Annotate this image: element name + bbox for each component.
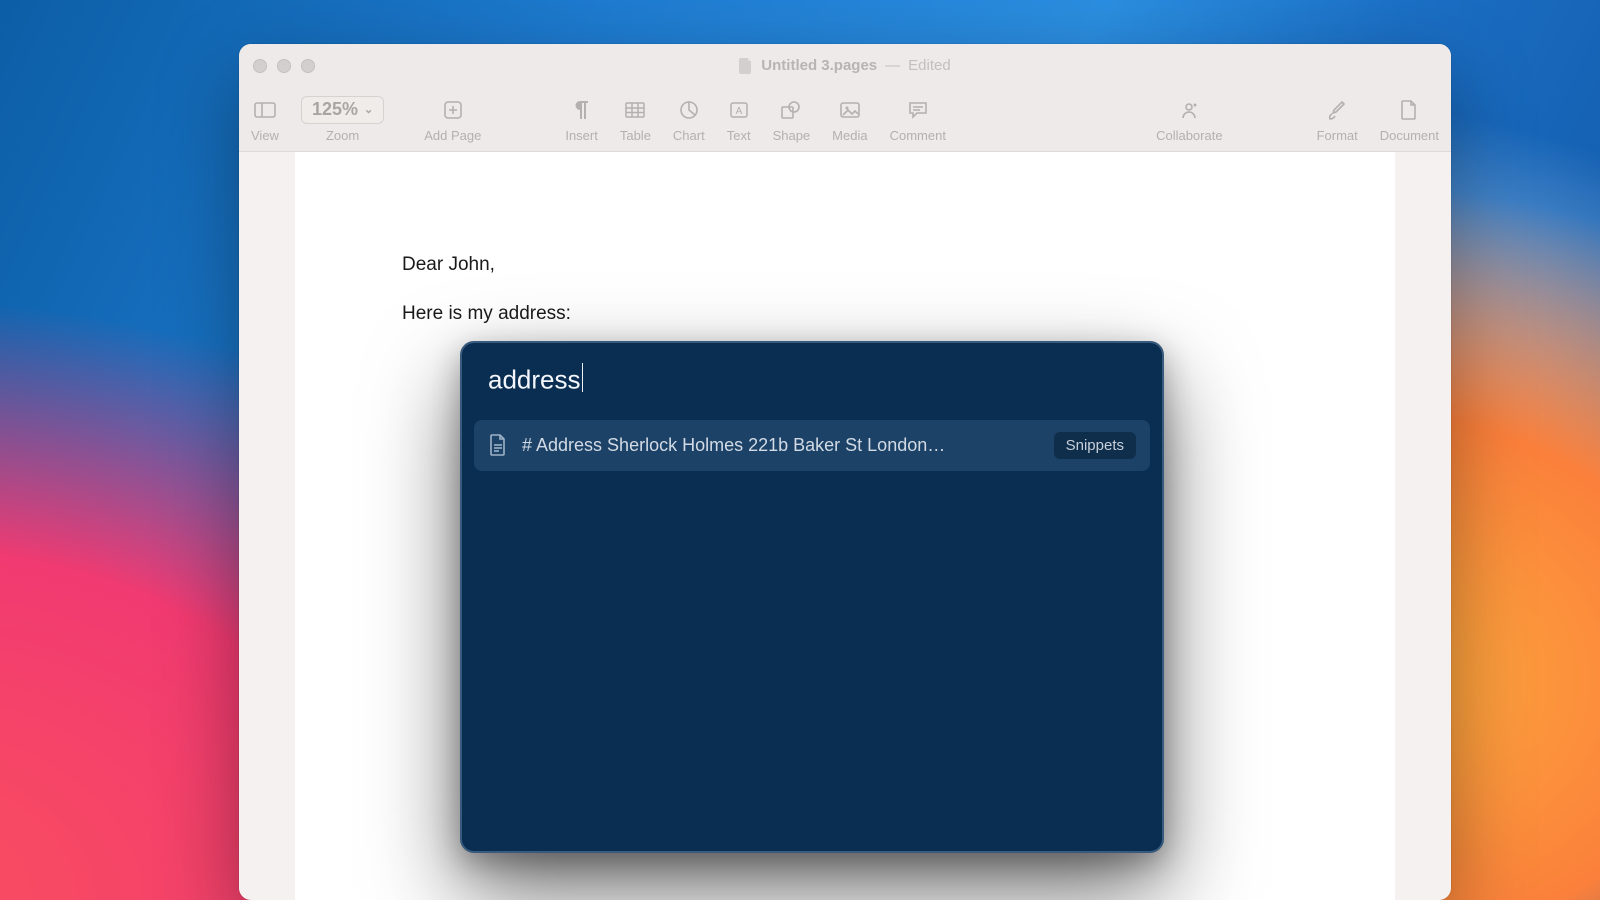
view-button[interactable]: View bbox=[251, 96, 279, 143]
brush-icon bbox=[1328, 96, 1346, 124]
toolbar: View 125% ⌄ Zoom Add Page Insert bbox=[239, 87, 1451, 152]
plus-page-icon bbox=[444, 96, 462, 124]
table-button[interactable]: Table bbox=[620, 96, 651, 143]
zoom-value-box[interactable]: 125% ⌄ bbox=[301, 96, 384, 124]
format-button[interactable]: Format bbox=[1317, 96, 1358, 143]
titlebar: Untitled 3.pages — Edited bbox=[239, 44, 1451, 87]
document-line-2: Here is my address: bbox=[402, 301, 1282, 328]
image-icon bbox=[840, 96, 860, 124]
text-label: Text bbox=[727, 128, 751, 143]
svg-text:A: A bbox=[735, 106, 742, 117]
window-title-separator: — bbox=[885, 57, 900, 74]
document-button[interactable]: Document bbox=[1380, 96, 1439, 143]
window-status: Edited bbox=[908, 57, 951, 74]
collaborate-label: Collaborate bbox=[1156, 128, 1223, 143]
shape-icon bbox=[781, 96, 801, 124]
launcher-result-item[interactable]: # Address Sherlock Holmes 221b Baker St … bbox=[474, 420, 1150, 471]
collaborate-button[interactable]: Collaborate bbox=[1156, 96, 1223, 143]
chart-label: Chart bbox=[673, 128, 705, 143]
insert-button[interactable]: Insert bbox=[565, 96, 598, 143]
chevron-down-icon: ⌄ bbox=[364, 103, 373, 116]
launcher-panel[interactable]: address # Address Sherlock Holmes 221b B… bbox=[460, 341, 1164, 853]
comment-icon bbox=[908, 96, 928, 124]
pie-chart-icon bbox=[680, 96, 698, 124]
launcher-query-text: address bbox=[488, 365, 581, 395]
zoom-button[interactable]: 125% ⌄ Zoom bbox=[301, 96, 384, 143]
close-window-button[interactable] bbox=[253, 59, 267, 73]
snippet-icon bbox=[488, 434, 508, 456]
window-controls bbox=[253, 59, 315, 73]
sidebar-icon bbox=[254, 96, 276, 124]
window-title: Untitled 3.pages — Edited bbox=[239, 57, 1451, 74]
add-page-button[interactable]: Add Page bbox=[424, 96, 481, 143]
comment-button[interactable]: Comment bbox=[890, 96, 946, 143]
shape-label: Shape bbox=[773, 128, 811, 143]
format-label: Format bbox=[1317, 128, 1358, 143]
media-button[interactable]: Media bbox=[832, 96, 867, 143]
table-label: Table bbox=[620, 128, 651, 143]
table-icon bbox=[625, 96, 645, 124]
comment-label: Comment bbox=[890, 128, 946, 143]
launcher-results: # Address Sherlock Holmes 221b Baker St … bbox=[462, 410, 1162, 481]
media-label: Media bbox=[832, 128, 867, 143]
collaborate-icon bbox=[1178, 96, 1200, 124]
document-icon bbox=[1401, 96, 1417, 124]
shape-button[interactable]: Shape bbox=[773, 96, 811, 143]
chart-button[interactable]: Chart bbox=[673, 96, 705, 143]
add-page-label: Add Page bbox=[424, 128, 481, 143]
fullscreen-window-button[interactable] bbox=[301, 59, 315, 73]
document-body[interactable]: Dear John, Here is my address: bbox=[402, 252, 1282, 349]
document-line-1: Dear John, bbox=[402, 252, 1282, 279]
document-label: Document bbox=[1380, 128, 1439, 143]
insert-label: Insert bbox=[565, 128, 598, 143]
text-cursor bbox=[582, 363, 584, 392]
launcher-result-text: # Address Sherlock Holmes 221b Baker St … bbox=[522, 435, 1040, 456]
zoom-label: Zoom bbox=[326, 128, 359, 143]
text-box-icon: A bbox=[730, 96, 748, 124]
launcher-result-tag: Snippets bbox=[1054, 432, 1136, 459]
view-label: View bbox=[251, 128, 279, 143]
minimize-window-button[interactable] bbox=[277, 59, 291, 73]
zoom-value: 125% bbox=[312, 99, 358, 120]
text-button[interactable]: A Text bbox=[727, 96, 751, 143]
pilcrow-icon bbox=[574, 96, 590, 124]
window-title-text: Untitled 3.pages bbox=[761, 57, 877, 74]
launcher-search-input[interactable]: address bbox=[462, 343, 1162, 410]
document-icon bbox=[739, 58, 753, 74]
